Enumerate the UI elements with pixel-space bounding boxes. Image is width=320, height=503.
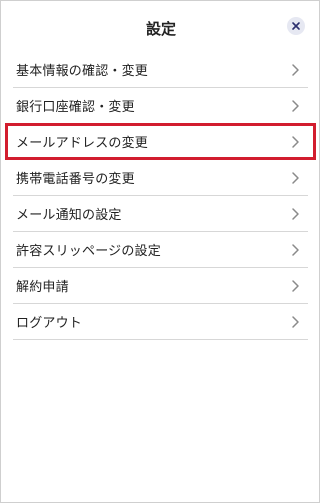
menu-item-label: 携帯電話番号の変更 — [16, 172, 135, 187]
menu-item-label: 許容スリッページの設定 — [16, 244, 161, 259]
header: 設定 — [1, 1, 320, 53]
chevron-right-icon — [291, 207, 300, 221]
menu-item-bank-account[interactable]: 銀行口座確認・変更 — [13, 88, 308, 124]
chevron-right-icon — [291, 279, 300, 293]
menu-item-basic-info[interactable]: 基本情報の確認・変更 — [13, 52, 308, 88]
chevron-right-icon — [291, 135, 300, 149]
chevron-right-icon — [291, 243, 300, 257]
chevron-right-icon — [291, 99, 300, 113]
menu-item-label: メールアドレスの変更 — [16, 136, 149, 151]
menu-item-label: メール通知の設定 — [16, 208, 122, 223]
menu-item-label: 解約申請 — [16, 280, 69, 295]
menu-item-logout[interactable]: ログアウト — [13, 304, 308, 340]
menu-item-label: 基本情報の確認・変更 — [16, 64, 149, 79]
menu-item-label: 銀行口座確認・変更 — [16, 100, 135, 115]
close-icon — [292, 22, 300, 30]
chevron-right-icon — [291, 171, 300, 185]
chevron-right-icon — [291, 315, 300, 329]
menu-item-label: ログアウト — [16, 316, 83, 331]
close-button[interactable] — [287, 17, 305, 35]
settings-panel: 設定 基本情報の確認・変更 銀行口座確認・変更 メールアドレスの変更 携帯電話番… — [0, 0, 320, 503]
menu-item-cancel-account[interactable]: 解約申請 — [13, 268, 308, 304]
page-title: 設定 — [145, 20, 176, 38]
chevron-right-icon — [291, 63, 300, 77]
menu-item-change-email[interactable]: メールアドレスの変更 — [5, 123, 316, 160]
menu-item-slippage[interactable]: 許容スリッページの設定 — [13, 232, 308, 268]
menu-item-change-phone[interactable]: 携帯電話番号の変更 — [13, 160, 308, 196]
settings-menu: 基本情報の確認・変更 銀行口座確認・変更 メールアドレスの変更 携帯電話番号の変… — [5, 52, 316, 340]
menu-item-email-notification[interactable]: メール通知の設定 — [13, 196, 308, 232]
